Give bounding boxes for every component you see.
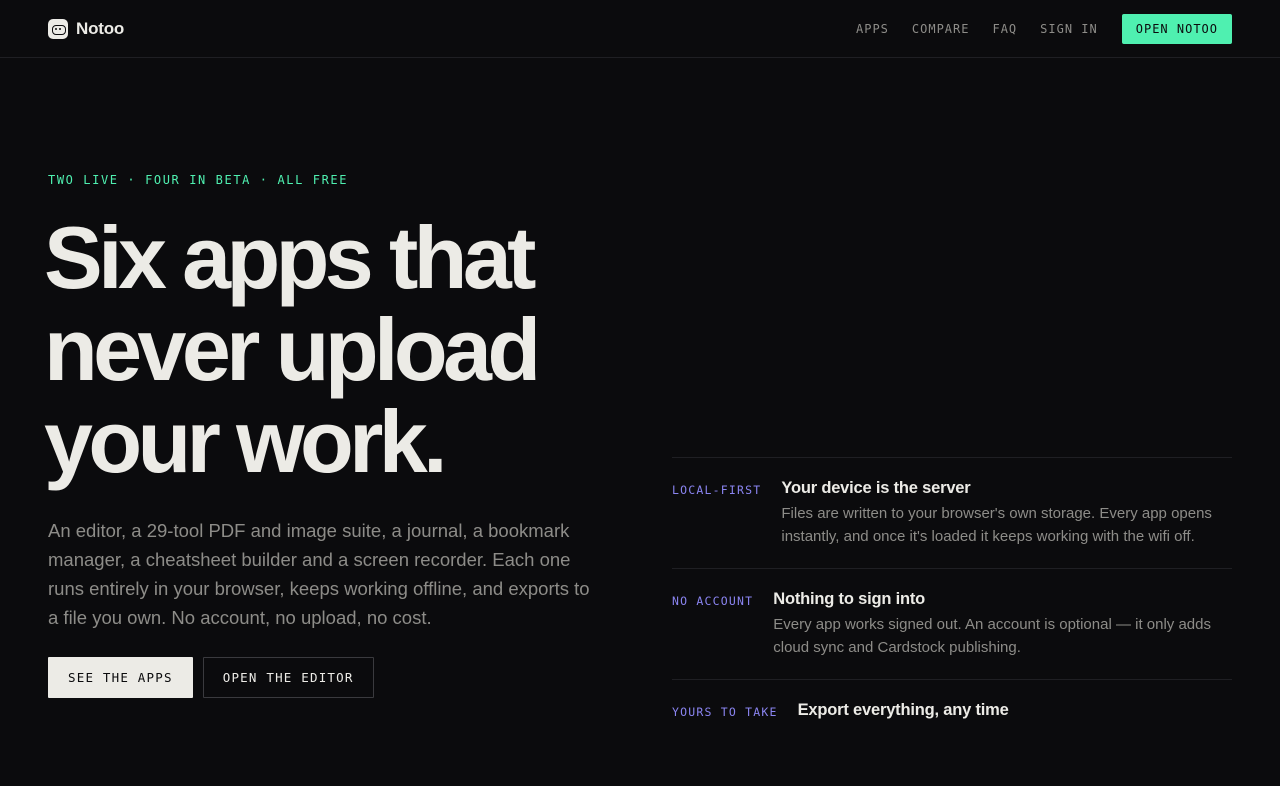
feature-body: Your device is the server Files are writ…: [781, 479, 1232, 548]
top-navigation-bar: Notoo APPS COMPARE FAQ SIGN IN OPEN NOTO…: [0, 0, 1280, 58]
feature-body: Export everything, any time: [798, 701, 1232, 724]
feature-title: Your device is the server: [781, 479, 971, 497]
hero-description: An editor, a 29-tool PDF and image suite…: [48, 520, 590, 628]
feature-item: YOURS TO TAKE Export everything, any tim…: [672, 679, 1232, 786]
brand[interactable]: Notoo: [48, 18, 125, 39]
feature-item: LOCAL-FIRST Your device is the server Fi…: [672, 457, 1232, 568]
hero-buttons: SEE THE APPS OPEN THE EDITOR: [48, 657, 374, 698]
headline-line-2: never upload: [44, 300, 541, 399]
headline-line-1: Six apps that: [44, 208, 536, 307]
feature-tag: NO ACCOUNT: [672, 594, 754, 608]
nav-link-compare[interactable]: COMPARE: [912, 22, 970, 36]
hero-headline: Six apps that never upload your work.: [44, 212, 644, 488]
nav-link-faq[interactable]: FAQ: [992, 22, 1017, 36]
main-nav: APPS COMPARE FAQ SIGN IN OPEN NOTOO: [833, 13, 1232, 44]
feature-tag: YOURS TO TAKE: [672, 705, 778, 719]
feature-item: NO ACCOUNT Nothing to sign into Every ap…: [672, 568, 1232, 679]
nav-link-apps[interactable]: APPS: [856, 22, 889, 36]
feature-tag: LOCAL-FIRST: [672, 483, 762, 497]
see-the-apps-button[interactable]: SEE THE APPS: [48, 657, 193, 698]
open-notoo-button[interactable]: OPEN NOTOO: [1121, 13, 1232, 44]
feature-description: Files are written to your browser's own …: [781, 505, 1212, 545]
feature-title: Export everything, any time: [797, 701, 1009, 719]
feature-body: Nothing to sign into Every app works sig…: [773, 590, 1232, 659]
feature-description: Every app works signed out. An account i…: [773, 616, 1211, 656]
headline-line-3: your work.: [44, 392, 448, 491]
nav-link-sign-in[interactable]: SIGN IN: [1040, 22, 1098, 36]
brand-name: Notoo: [76, 18, 125, 38]
notoo-logo-icon: [48, 18, 68, 39]
feature-title: Nothing to sign into: [773, 590, 926, 608]
hero-eyebrow: TWO LIVE · FOUR IN BETA · ALL FREE: [48, 173, 349, 187]
open-the-editor-button[interactable]: OPEN THE EDITOR: [202, 657, 374, 698]
feature-list: LOCAL-FIRST Your device is the server Fi…: [672, 457, 1232, 786]
